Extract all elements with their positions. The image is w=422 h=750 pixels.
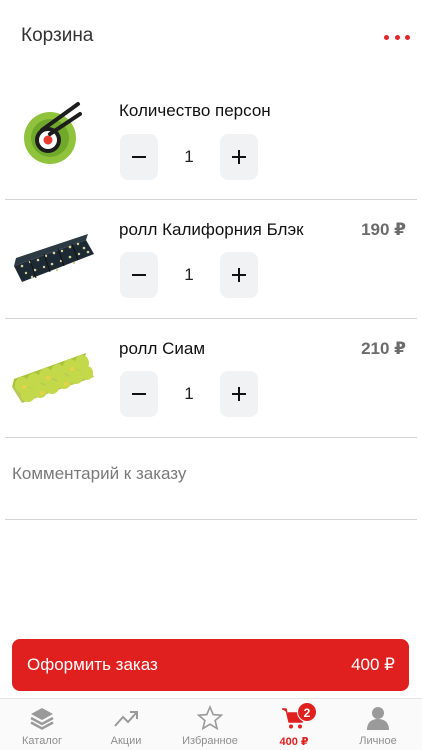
- checkout-button[interactable]: Оформить заказ 400 ₽: [12, 639, 409, 691]
- plus-icon: [232, 387, 246, 401]
- tab-label: 400 ₽: [279, 736, 309, 748]
- cart-item: ролл Калифорния Блэк 190 ₽ 1: [0, 200, 422, 319]
- tab-label: Акции: [110, 735, 142, 747]
- item-stepper: 1: [120, 371, 258, 417]
- item-stepper: 1: [120, 252, 258, 298]
- increase-button[interactable]: [220, 252, 258, 298]
- chopsticks-logo-image: [20, 100, 82, 166]
- plus-icon: [232, 150, 246, 164]
- dot: [405, 34, 410, 40]
- item-name: ролл Калифорния Блэк: [119, 220, 304, 239]
- divider: [5, 437, 417, 438]
- decrease-button[interactable]: [120, 252, 158, 298]
- minus-icon: [132, 274, 146, 276]
- header: Корзина: [0, 0, 422, 76]
- page-title: Корзина: [21, 25, 94, 46]
- persons-stepper: 1: [120, 134, 258, 180]
- persons-label: Количество персон: [119, 101, 271, 120]
- tab-label: Избранное: [182, 735, 238, 747]
- trending-up-icon: [114, 711, 138, 727]
- tab-promotions[interactable]: Акции: [84, 699, 168, 750]
- quantity-value: 1: [184, 384, 194, 403]
- increase-button[interactable]: [220, 371, 258, 417]
- minus-icon: [132, 156, 146, 158]
- quantity-value: 1: [184, 265, 194, 284]
- persons-row: Количество персон 1: [0, 76, 422, 200]
- item-price: 210 ₽: [361, 339, 406, 358]
- dot: [394, 34, 400, 40]
- minus-icon: [132, 393, 146, 395]
- tab-favorites[interactable]: Избранное: [168, 699, 252, 750]
- decrease-button[interactable]: [120, 134, 158, 180]
- plus-icon: [232, 268, 246, 282]
- divider: [5, 519, 417, 520]
- cart-item: ролл Сиам 210 ₽ 1: [0, 319, 422, 438]
- checkout-label: Оформить заказ: [27, 655, 158, 674]
- tab-profile[interactable]: Личное: [336, 699, 420, 750]
- tab-catalog[interactable]: Каталог: [0, 699, 84, 750]
- increase-button[interactable]: [220, 134, 258, 180]
- decrease-button[interactable]: [120, 371, 158, 417]
- layers-icon: [30, 708, 54, 730]
- checkout-total: 400 ₽: [351, 655, 395, 674]
- product-image-siam: [10, 345, 96, 405]
- tab-label: Каталог: [22, 735, 62, 747]
- dot: [384, 34, 389, 40]
- more-options-button[interactable]: [382, 26, 412, 48]
- product-image-california-black: [10, 226, 96, 286]
- tab-cart[interactable]: 2 400 ₽: [252, 699, 336, 750]
- cart-count-badge: 2: [297, 702, 317, 722]
- tab-bar: Каталог Акции Избранное 2 400 ₽ Личное: [0, 698, 422, 750]
- tab-label: Личное: [359, 735, 397, 747]
- star-icon: [197, 705, 223, 731]
- user-icon: [367, 707, 389, 730]
- item-price: 190 ₽: [361, 220, 406, 239]
- item-name: ролл Сиам: [119, 339, 206, 358]
- comment-field[interactable]: Комментарий к заказу: [12, 464, 412, 488]
- quantity-value: 1: [184, 147, 194, 166]
